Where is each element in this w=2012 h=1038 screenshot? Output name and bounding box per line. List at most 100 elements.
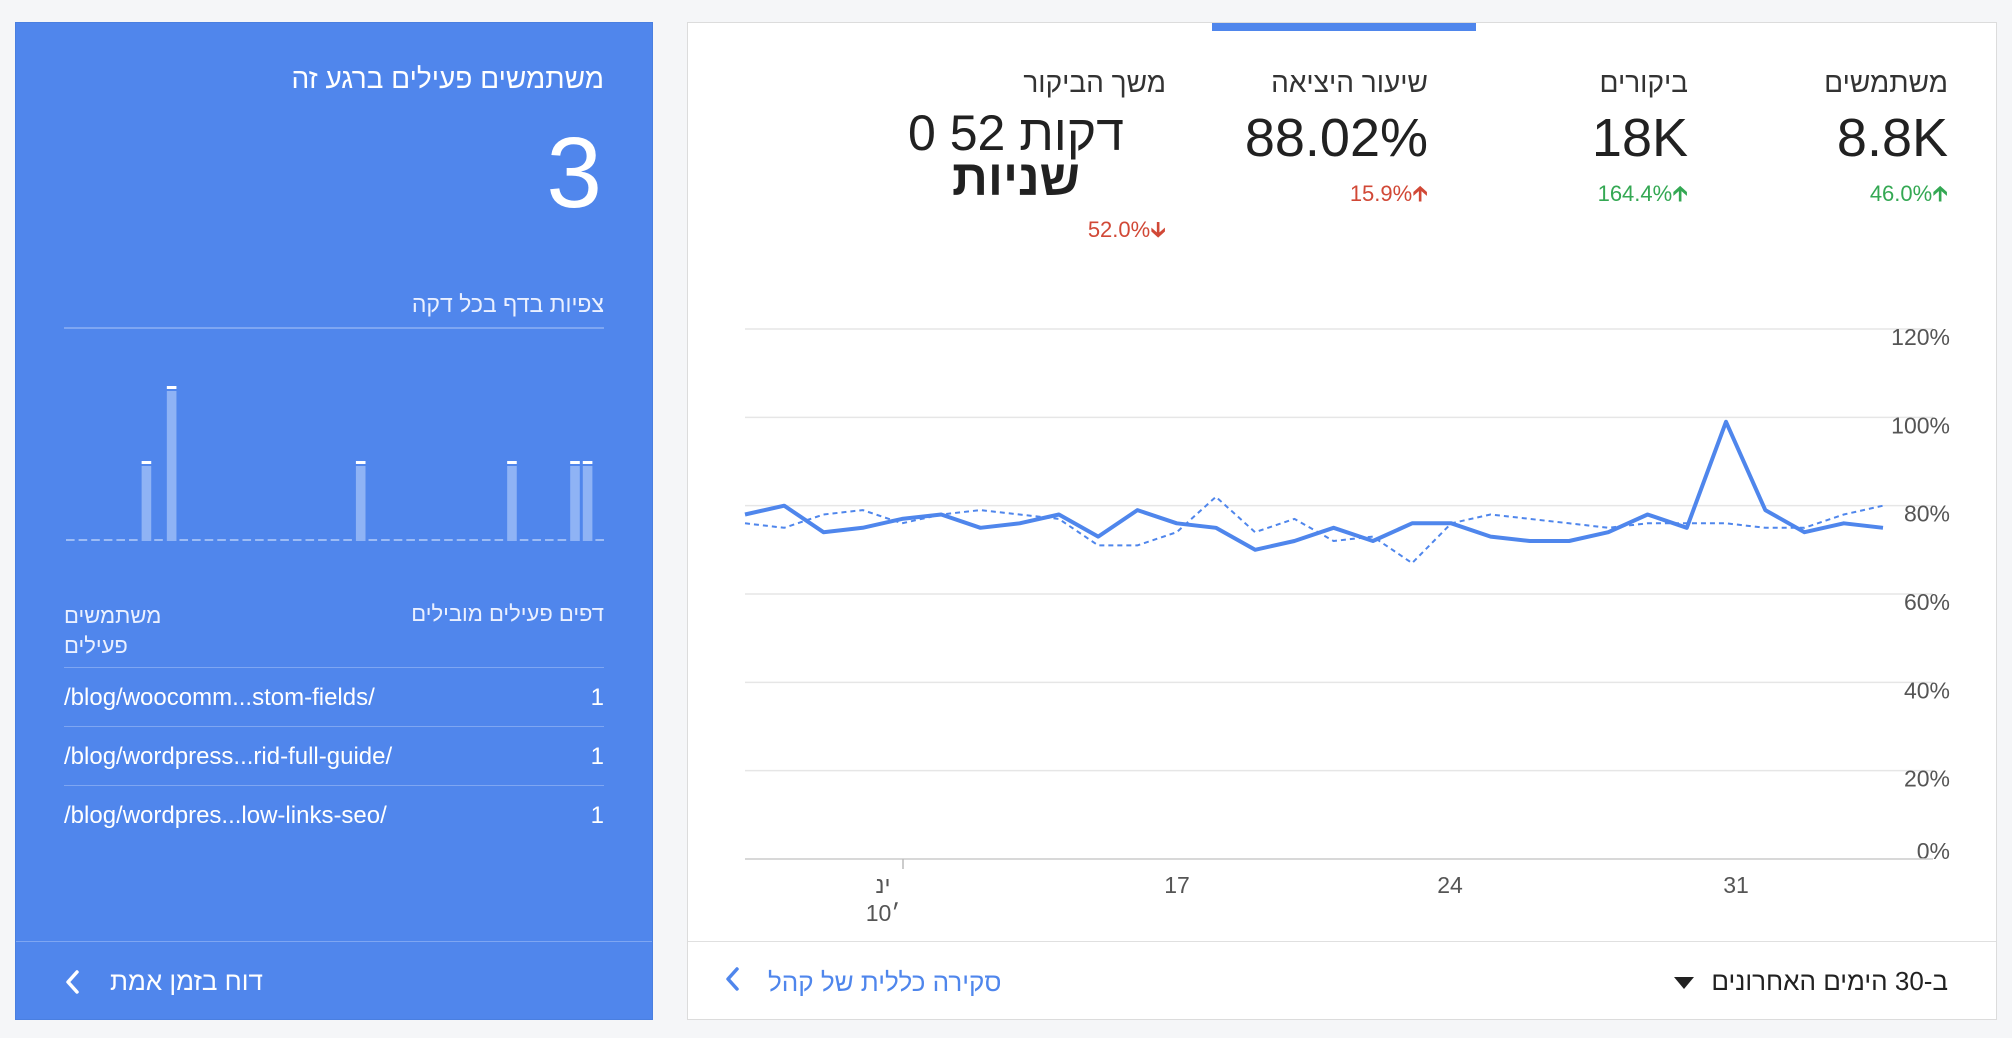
realtime-footer: דוח בזמן אמת xyxy=(16,941,652,1022)
active-users-header-line1: משתמשים xyxy=(64,603,162,628)
pageview-bar-empty xyxy=(154,539,163,541)
caret-down-icon xyxy=(1673,966,1695,997)
y-tick-label: 60% xyxy=(1904,589,1950,615)
bounce-rate-chart: 120% 100% 80% 60% 40% 20% 0% ינ׳10 17 24 31 xyxy=(744,324,1950,926)
pageview-bar-empty xyxy=(368,539,378,541)
audience-overview-label: סקירה כללית של קהל xyxy=(768,967,1002,997)
pageview-bar xyxy=(507,466,517,541)
arrow-down-icon: 🡳 xyxy=(1150,217,1166,242)
arrow-up-icon: 🡱 xyxy=(1932,181,1948,206)
pageview-bar-cap xyxy=(507,461,517,464)
pageview-bar-empty xyxy=(78,539,88,541)
page-path: /blog/woocomm...stom-fields/ xyxy=(64,684,375,711)
pageview-bar-cap xyxy=(570,461,580,464)
pageview-bar-empty xyxy=(179,539,189,541)
top-active-pages-column-header: דפים פעילים מובילים xyxy=(411,601,604,626)
pageview-bar-empty xyxy=(418,539,428,541)
change-value: 52.0% xyxy=(1087,217,1151,242)
series-line-previous xyxy=(744,495,1884,565)
pageview-bar-empty xyxy=(330,539,340,541)
pageview-bar xyxy=(166,391,177,541)
metric-value: 18K xyxy=(1591,108,1688,168)
pageview-bar-empty xyxy=(532,539,541,541)
pageview-bar-empty xyxy=(469,539,478,541)
pageviews-per-minute-label: צפיות בדף בכל דקה xyxy=(411,291,604,317)
metric-label: משך הביקור xyxy=(1023,67,1166,98)
page-path: /blog/wordpress...rid-full-guide/ xyxy=(64,743,393,770)
metric-value: 8.8K xyxy=(1836,108,1948,168)
pageview-bar-empty xyxy=(204,539,214,541)
x-tick-label: ינ xyxy=(876,872,891,898)
realtime-report-label: דוח בזמן אמת xyxy=(110,966,263,996)
tab-session-duration[interactable]: משך הביקור 0 דקות 52 שניות 52.0%🡳 xyxy=(866,67,1166,251)
series-line-current xyxy=(744,419,1884,552)
x-tick-label: ׳10 xyxy=(866,900,900,926)
metric-change: 164.4%🡱 xyxy=(1592,177,1688,215)
pageview-bar-empty xyxy=(292,539,302,541)
duration-line2: שניות xyxy=(952,150,1080,206)
pageview-bar-empty xyxy=(129,539,138,541)
active-pages-table: /blog/woocomm...stom-fields/ 1 /blog/wor… xyxy=(64,667,604,844)
realtime-report-link[interactable]: דוח בזמן אמת xyxy=(64,966,263,997)
pageview-bar-empty xyxy=(229,539,239,541)
chevron-left-icon xyxy=(64,969,80,995)
pageview-bar-empty xyxy=(381,539,390,541)
active-users-value: 1 xyxy=(590,802,604,829)
realtime-panel: משתמשים פעילים ברגע זה 3 צפיות בדף בכל ד… xyxy=(15,22,653,1020)
pageview-bar-cap xyxy=(141,461,152,464)
pageview-bar-empty xyxy=(557,539,567,541)
tab-bounce-rate[interactable]: שיעור היציאה 88.02% 15.9%🡱 xyxy=(1245,67,1428,215)
divider xyxy=(64,327,604,329)
tab-sessions[interactable]: ביקורים 18K 164.4%🡱 xyxy=(1592,67,1688,215)
date-range-label: ב-30 הימים האחרונים xyxy=(1711,966,1948,996)
active-users-column-header: משתמשים פעילים xyxy=(64,601,161,661)
x-tick-label: 17 xyxy=(1164,872,1190,898)
active-users-value: 1 xyxy=(590,743,604,770)
y-tick-label: 100% xyxy=(1891,412,1950,438)
audience-footer: ב-30 הימים האחרונים סקירה כללית של קהל xyxy=(688,941,1996,1022)
active-users-count: 3 xyxy=(546,117,602,229)
pageview-bar-cap xyxy=(582,461,593,464)
pageview-bar-empty xyxy=(444,539,453,541)
pageview-bar-empty xyxy=(431,539,441,541)
pageview-bar-cap xyxy=(166,386,177,389)
pageview-bar-empty xyxy=(116,539,126,541)
chevron-left-icon xyxy=(724,966,740,999)
pageview-bar-empty xyxy=(91,539,100,541)
metric-label: שיעור היציאה xyxy=(1271,67,1428,98)
y-tick-label: 80% xyxy=(1904,501,1950,527)
tab-users[interactable]: משתמשים 8.8K 46.0%🡱 xyxy=(1824,67,1948,215)
table-row[interactable]: /blog/woocomm...stom-fields/ 1 xyxy=(64,667,604,726)
table-row[interactable]: /blog/wordpress...rid-full-guide/ 1 xyxy=(64,726,604,785)
pageview-bar-cap xyxy=(355,461,366,464)
pageview-bar-empty xyxy=(192,539,201,541)
metric-value: 88.02% xyxy=(1244,108,1428,168)
pageview-bar-empty xyxy=(267,539,277,541)
pageview-bar-empty xyxy=(494,539,504,541)
pageview-bar-empty xyxy=(343,539,352,541)
realtime-title: משתמשים פעילים ברגע זה xyxy=(291,63,605,94)
date-range-selector[interactable]: ב-30 הימים האחרונים xyxy=(1673,966,1948,997)
active-pages-header: משתמשים פעילים דפים פעילים מובילים xyxy=(64,601,604,661)
active-users-value: 1 xyxy=(590,684,604,711)
table-row[interactable]: /blog/wordpres...low-links-seo/ 1 xyxy=(64,785,604,844)
pageview-bar-empty xyxy=(280,539,289,541)
pageview-bar-empty xyxy=(481,539,491,541)
pageview-bar-empty xyxy=(456,539,466,541)
x-tick-label: 31 xyxy=(1723,872,1749,898)
audience-overview-panel: משתמשים 8.8K 46.0%🡱 ביקורים 18K 164.4%🡱 … xyxy=(687,22,1997,1020)
pageview-bar-empty xyxy=(406,539,415,541)
pageview-bar-empty xyxy=(66,539,75,541)
pageviews-per-minute-chart xyxy=(66,386,604,541)
pageview-bar-empty xyxy=(242,539,252,541)
pageview-bar xyxy=(570,466,580,541)
audience-overview-link[interactable]: סקירה כללית של קהל xyxy=(724,966,1001,999)
y-tick-label: 120% xyxy=(1891,324,1950,350)
selected-tab-indicator xyxy=(1212,23,1476,31)
pageview-bar-empty xyxy=(393,539,403,541)
metric-label: משתמשים xyxy=(1824,67,1948,98)
metric-change: 52.0%🡳 xyxy=(866,213,1166,251)
pageview-bar xyxy=(141,466,152,541)
y-tick-label: 20% xyxy=(1904,766,1950,792)
arrow-up-icon: 🡱 xyxy=(1412,181,1428,206)
